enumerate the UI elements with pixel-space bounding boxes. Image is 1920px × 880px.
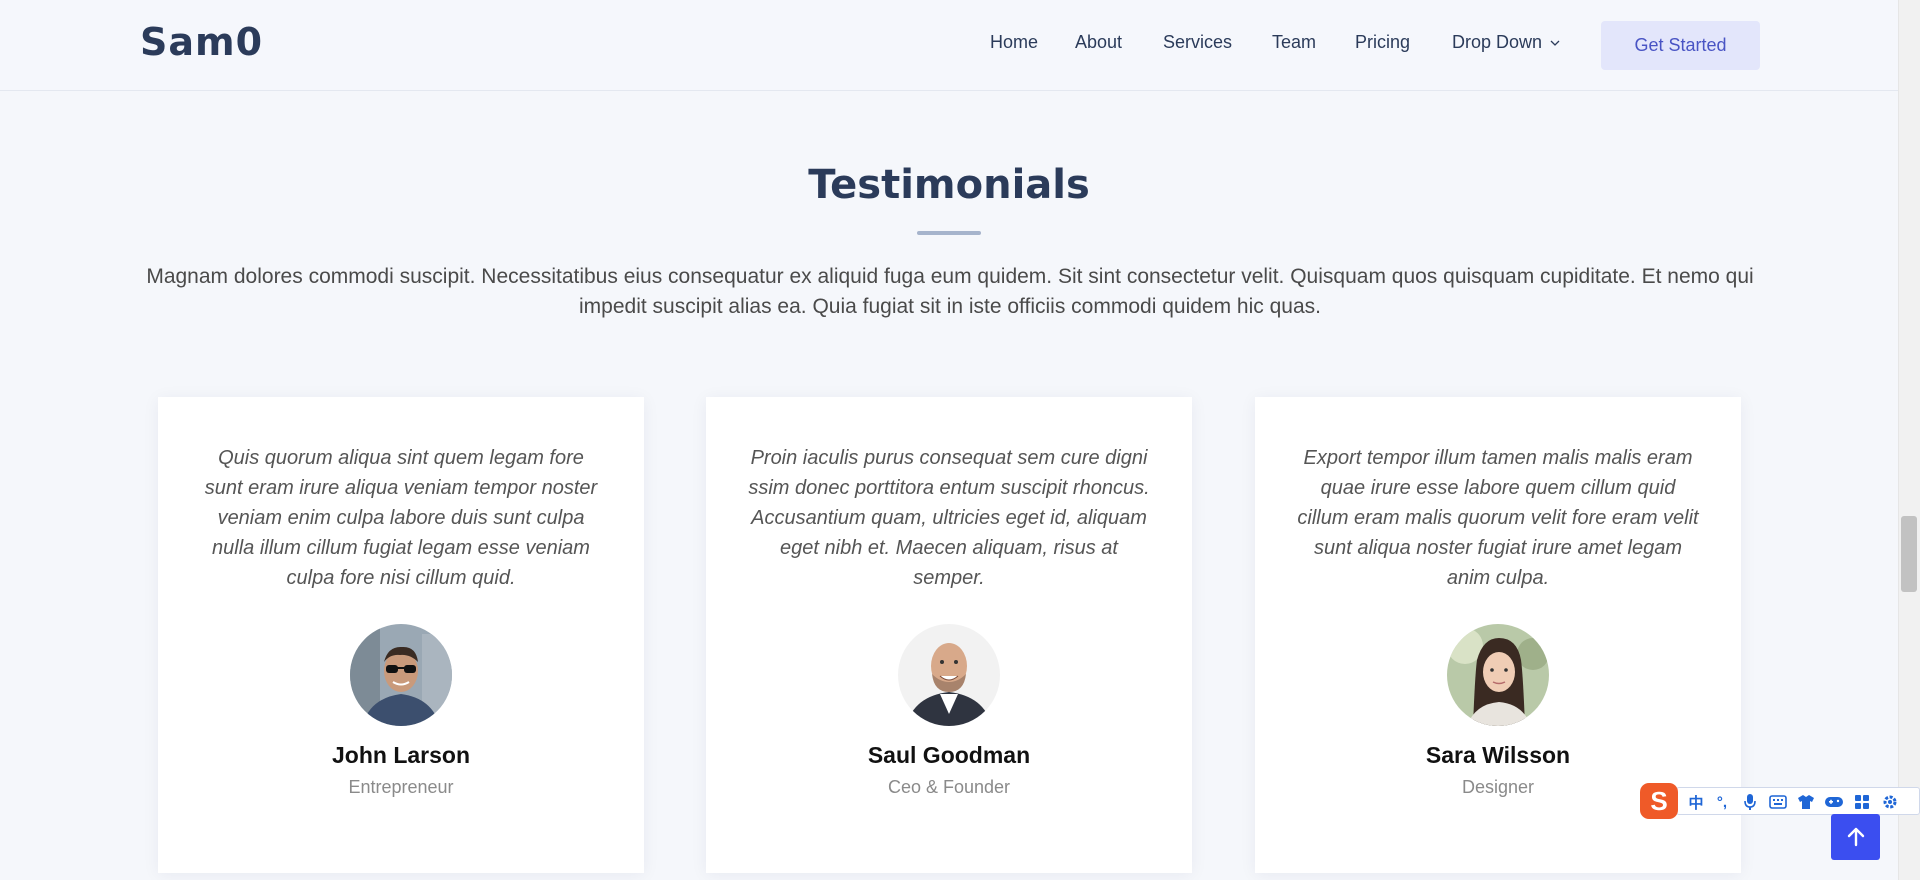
- testimonial-card: Quis quorum aliqua sint quem legam fore …: [158, 397, 644, 873]
- nav-team[interactable]: Team: [1272, 32, 1316, 53]
- settings-icon[interactable]: [1879, 791, 1901, 813]
- nav-dropdown[interactable]: Drop Down: [1452, 32, 1542, 53]
- testimonial-quote: Quis quorum aliqua sint quem legam fore …: [204, 447, 598, 589]
- site-logo[interactable]: Sam0: [140, 20, 263, 64]
- avatar: [1447, 624, 1549, 726]
- ime-punctuation[interactable]: °,: [1711, 791, 1733, 813]
- testimonial-role: Ceo & Founder: [887, 777, 1011, 797]
- chevron-down-icon[interactable]: [1550, 38, 1560, 48]
- testimonial-name: John Larson: [331, 742, 470, 768]
- testimonial-name: Sara Wilsson: [1425, 742, 1571, 768]
- mic-icon[interactable]: [1739, 791, 1761, 813]
- page: Sam0 Home About Services Team Pricing Dr…: [0, 0, 1920, 880]
- site-header: Sam0 Home About Services Team Pricing Dr…: [0, 0, 1898, 91]
- testimonial-card: Proin iaculis purus consequat sem cure d…: [706, 397, 1192, 873]
- testimonial-quote: Export tempor illum tamen malis malis er…: [1297, 447, 1699, 589]
- skin-icon[interactable]: [1795, 791, 1817, 813]
- testimonial-role: Entrepreneur: [348, 777, 454, 797]
- title-underline: [917, 231, 981, 235]
- testimonial-quote: Proin iaculis purus consequat sem cure d…: [748, 447, 1150, 589]
- arrow-up-icon: [1847, 827, 1864, 847]
- avatar: [350, 624, 452, 726]
- scrollbar[interactable]: [1898, 0, 1920, 880]
- testimonial-name: Saul Goodman: [867, 742, 1031, 768]
- apps-icon[interactable]: [1851, 791, 1873, 813]
- get-started-button[interactable]: Get Started: [1601, 21, 1760, 70]
- keyboard-icon[interactable]: [1767, 791, 1789, 813]
- ime-logo-icon[interactable]: S: [1640, 783, 1678, 819]
- nav-about[interactable]: About: [1075, 32, 1122, 53]
- game-icon[interactable]: [1823, 791, 1845, 813]
- nav-services[interactable]: Services: [1163, 32, 1232, 53]
- ime-chinese-mode[interactable]: 中: [1685, 791, 1707, 813]
- section-lead: Magnam dolores commodi suscipit. Necessi…: [146, 265, 1754, 318]
- section-title: Testimonials: [808, 162, 1090, 208]
- nav-pricing[interactable]: Pricing: [1355, 32, 1410, 53]
- avatar: [898, 624, 1000, 726]
- back-to-top-button[interactable]: [1831, 814, 1880, 860]
- scrollbar-thumb[interactable]: [1901, 516, 1917, 592]
- nav-home[interactable]: Home: [990, 32, 1038, 53]
- ime-bar: 中 °,: [1676, 787, 1920, 815]
